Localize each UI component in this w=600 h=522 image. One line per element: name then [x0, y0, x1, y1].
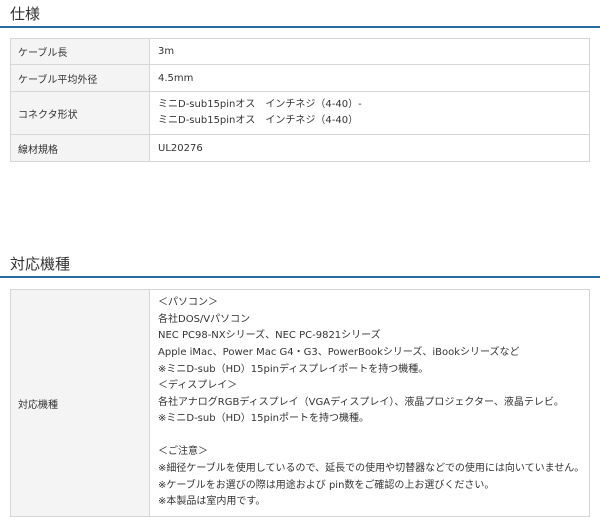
spec-label-connector: コネクタ形状: [10, 91, 150, 135]
compat-line: NEC PC98-NXシリーズ、NEC PC-9821シリーズ: [158, 330, 381, 342]
compat-line-blank: [158, 428, 588, 445]
compat-line: ＜ご注意＞: [158, 446, 208, 458]
spec-row-connector: コネクタ形状 ミニD-sub15pinオス インチネジ（4-40）- ミニD-s…: [10, 91, 590, 135]
spec-row-cable-length: ケーブル長 3m: [10, 38, 590, 65]
compat-line: 各社DOS/Vパソコン: [158, 313, 251, 325]
spec-value-cable-length: 3m: [149, 38, 590, 65]
compat-line: ＜パソコン＞: [158, 297, 218, 309]
compat-line: ※本製品は室内用です。: [158, 496, 266, 508]
compat-line: ＜ディスプレイ＞: [158, 380, 238, 392]
compat-table: 対応機種 ＜パソコン＞ 各社DOS/Vパソコン NEC PC98-NXシリーズ、…: [10, 289, 590, 517]
spec-row-cable-diameter: ケーブル平均外径 4.5mm: [10, 64, 590, 92]
compat-line: 各社アナログRGBディスプレイ（VGAディスプレイ）、液晶プロジェクター、液晶テ…: [158, 396, 564, 408]
spec-label-wire-standard: 線材規格: [10, 134, 150, 162]
compat-label: 対応機種: [10, 289, 150, 517]
compat-line: ※ミニD-sub（HD）15pinディスプレイポートを持つ機種。: [158, 363, 429, 375]
spec-label-cable-diameter: ケーブル平均外径: [10, 64, 150, 92]
compat-line: ※細径ケーブルを使用しているので、延長での使用や切替器などでの使用には向いていま…: [158, 463, 585, 475]
connector-line: ミニD-sub15pinオス インチネジ（4-40）-: [158, 99, 362, 110]
spec-section-title: 仕様: [0, 2, 600, 28]
compat-section-title: 対応機種: [0, 252, 600, 278]
compat-line: Apple iMac、Power Mac G4・G3、PowerBookシリーズ…: [158, 346, 520, 358]
spec-value-wire-standard: UL20276: [149, 134, 590, 162]
compat-row: 対応機種 ＜パソコン＞ 各社DOS/Vパソコン NEC PC98-NXシリーズ、…: [10, 289, 590, 517]
spec-value-connector: ミニD-sub15pinオス インチネジ（4-40）- ミニD-sub15pin…: [149, 91, 590, 135]
spec-value-cable-diameter: 4.5mm: [149, 64, 590, 92]
spec-row-wire-standard: 線材規格 UL20276: [10, 134, 590, 162]
compat-value: ＜パソコン＞ 各社DOS/Vパソコン NEC PC98-NXシリーズ、NEC P…: [149, 289, 590, 517]
compat-line: ※ケーブルをお選びの際は用途および pin数をご確認の上お選びください。: [158, 479, 495, 491]
spec-label-cable-length: ケーブル長: [10, 38, 150, 65]
compat-line: ※ミニD-sub（HD）15pinポートを持つ機種。: [158, 413, 369, 425]
spec-table: ケーブル長 3m ケーブル平均外径 4.5mm コネクタ形状 ミニD-sub15…: [10, 38, 590, 162]
connector-line: ミニD-sub15pinオス インチネジ（4-40）: [158, 115, 359, 126]
